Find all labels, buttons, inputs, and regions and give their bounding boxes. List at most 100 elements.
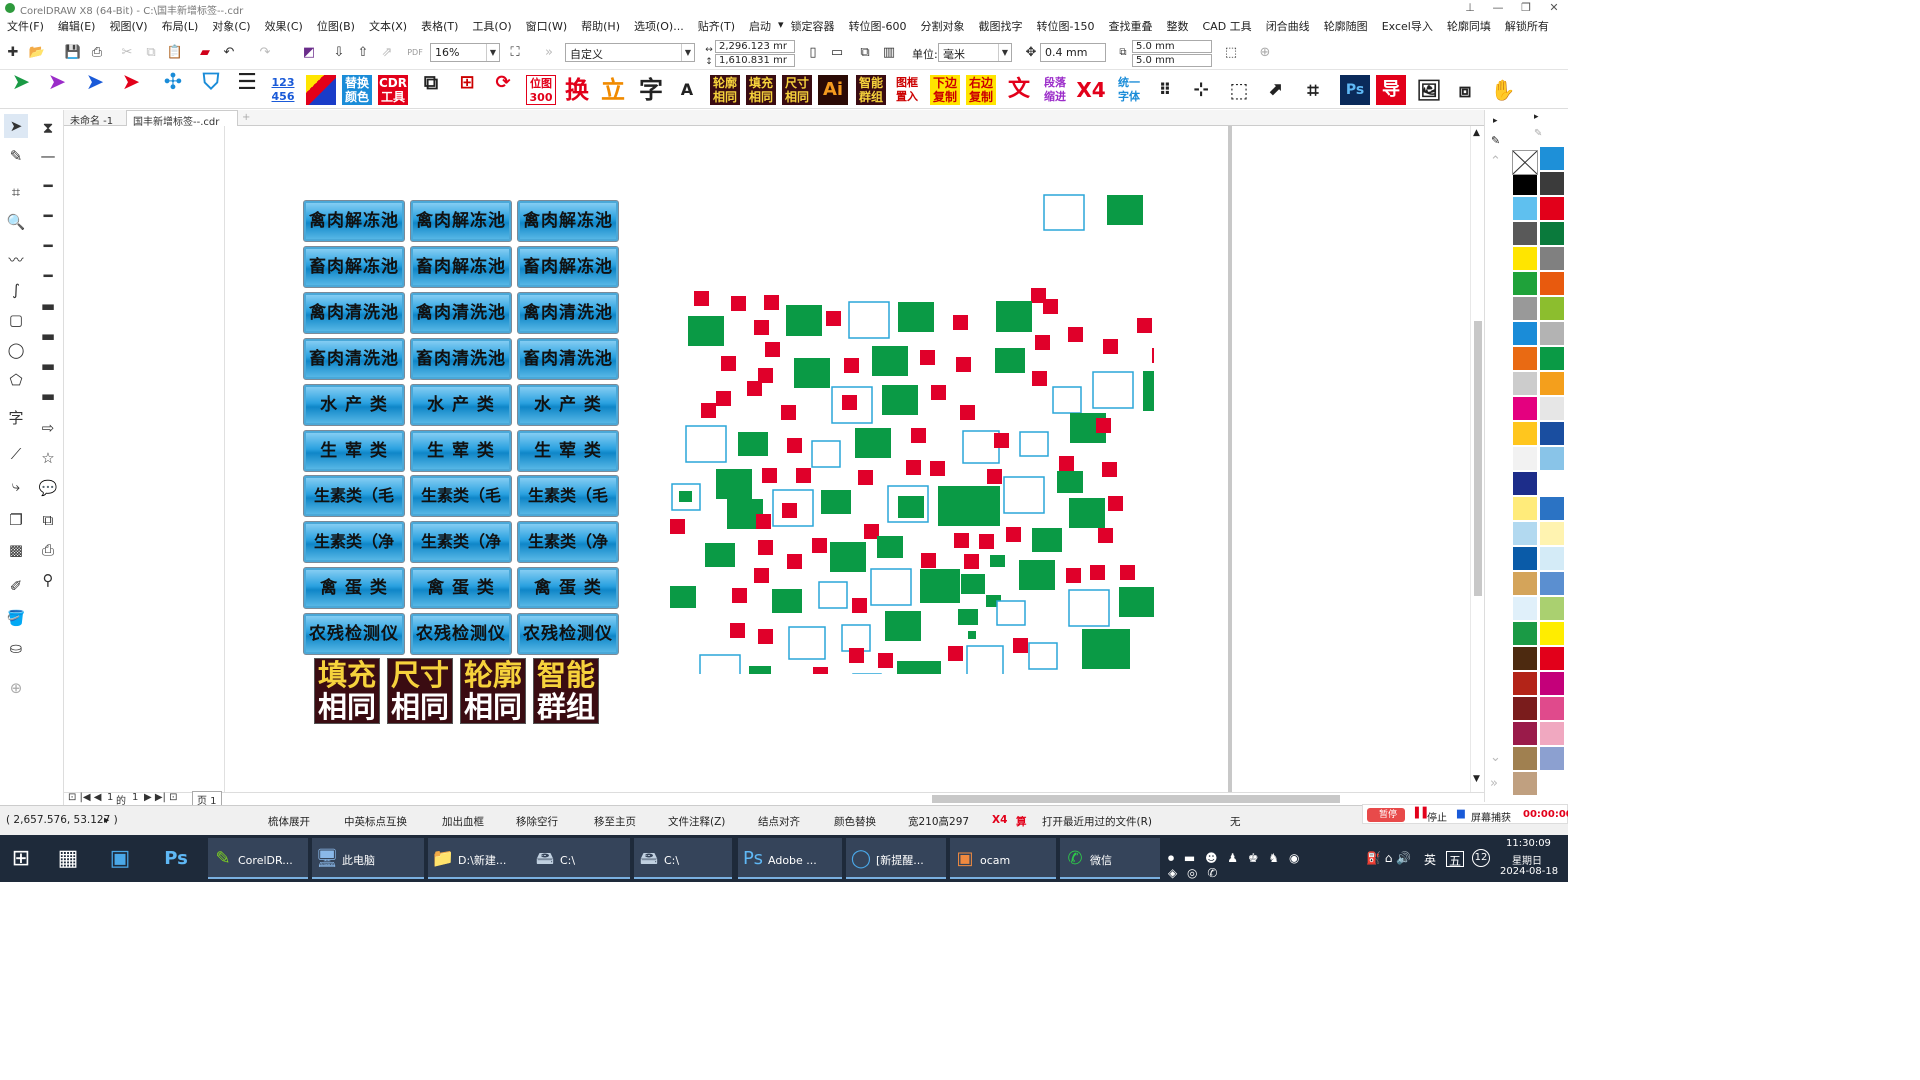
label-sticker-r9-c0[interactable]: 农残检测仪 xyxy=(303,613,405,656)
freehand-tool-icon[interactable]: 〰 xyxy=(4,248,28,272)
treat-as-filled-icon[interactable]: ⬚ xyxy=(1222,44,1240,62)
page-size-combo[interactable]: 自定义 ▼ xyxy=(565,43,695,62)
wubi-label[interactable]: 五 xyxy=(1446,851,1465,868)
color-swatch[interactable] xyxy=(1539,496,1565,521)
text-button[interactable]: 文 xyxy=(1004,75,1034,105)
red-square[interactable] xyxy=(758,629,773,644)
outline-square[interactable] xyxy=(870,568,912,606)
find-text-icon[interactable]: A🔍 xyxy=(672,75,702,129)
char-button[interactable]: 字 xyxy=(636,75,666,105)
color-swatch[interactable] xyxy=(1539,471,1565,496)
duplicate-x-field[interactable]: 5.0 mm xyxy=(1132,40,1212,53)
label-sticker-r3-c2[interactable]: 畜肉清洗池 xyxy=(517,337,619,380)
menu-item-13[interactable]: 贴齐(T) xyxy=(691,16,742,35)
color-swatch[interactable] xyxy=(1512,546,1538,571)
palette-eyedropper-icon[interactable]: ✎ xyxy=(1534,128,1542,139)
red-square[interactable] xyxy=(948,646,963,661)
menu-item-8[interactable]: 表格(T) xyxy=(414,16,465,35)
color-swatch[interactable] xyxy=(1512,571,1538,596)
label-sticker-r7-c2[interactable]: 生素类（净菜） xyxy=(517,521,619,591)
outline-square[interactable] xyxy=(788,626,826,660)
red-square[interactable] xyxy=(796,468,811,483)
size-same-button[interactable]: 尺寸相同 xyxy=(782,75,812,105)
red-square[interactable] xyxy=(758,540,773,555)
blue-arrow-icon[interactable]: ➤ xyxy=(80,72,110,105)
maximize-button[interactable]: ❐ xyxy=(1512,0,1540,16)
green-square[interactable] xyxy=(855,428,891,458)
color-swatch[interactable] xyxy=(1512,446,1538,471)
red-square[interactable] xyxy=(754,568,769,583)
red-square[interactable] xyxy=(1068,327,1083,342)
green-square[interactable] xyxy=(830,542,866,572)
red-square[interactable] xyxy=(730,623,745,638)
fill-same-button[interactable]: 填充相同 xyxy=(746,75,776,105)
red-square[interactable] xyxy=(842,395,857,410)
copy-below-button[interactable]: 下边复制 xyxy=(930,75,960,105)
label-sticker-r1-c0[interactable]: 畜肉解冻池 xyxy=(303,245,405,288)
line-2-icon[interactable]: ━ xyxy=(36,204,60,228)
red-square[interactable] xyxy=(844,358,859,373)
stop-icon[interactable]: ▐▐ xyxy=(1411,808,1426,819)
color-swatch[interactable] xyxy=(1512,346,1538,371)
label-sticker-r9-c1[interactable]: 农残检测仪 xyxy=(410,613,512,656)
shape-tool-icon[interactable]: ✎ xyxy=(4,144,28,168)
green-square[interactable] xyxy=(772,589,802,613)
color-swatch[interactable] xyxy=(1539,221,1565,246)
label-sticker-r0-c2[interactable]: 禽肉解冻池 xyxy=(517,200,619,242)
pointer-box-icon[interactable]: ⬈ xyxy=(1260,75,1290,105)
red-square[interactable] xyxy=(1032,371,1047,386)
green-square[interactable] xyxy=(990,555,1005,567)
nudge-distance-field[interactable]: 0.4 mm xyxy=(1040,43,1106,62)
green-square[interactable] xyxy=(794,358,830,388)
taskbar-item-1[interactable]: 🖥 此电脑 xyxy=(312,838,424,879)
menu-item-0[interactable]: 文件(F) xyxy=(0,16,51,35)
color-swatch[interactable] xyxy=(1512,746,1538,771)
portrait-icon[interactable]: ▯ xyxy=(804,44,822,62)
copy-right-button[interactable]: 右边复制 xyxy=(966,75,996,105)
color-swatch[interactable] xyxy=(1512,696,1538,721)
taskbar-item-3[interactable]: 🖴 C:\ xyxy=(530,838,630,879)
color-swatch[interactable] xyxy=(1539,446,1565,471)
tray-icons[interactable]: ⏺ ▬ ☻ ♟ ♚ ♞ ◉ ◈ ◎ ✆ xyxy=(1168,851,1308,882)
color-swatch[interactable] xyxy=(1539,671,1565,696)
indent-button[interactable]: 段落缩进 xyxy=(1040,75,1070,105)
label-sticker-r8-c2[interactable]: 禽 蛋 类 xyxy=(517,567,619,610)
hourglass-icon[interactable]: ⧗ xyxy=(36,116,60,140)
outline-square[interactable] xyxy=(1019,431,1049,457)
color-swatch[interactable] xyxy=(1539,271,1565,296)
green-square[interactable] xyxy=(897,661,941,674)
menu-item-10[interactable]: 窗口(W) xyxy=(519,16,574,35)
import-icon[interactable]: ⇩ xyxy=(330,44,348,62)
menu-item-24[interactable]: 轮廓随图 xyxy=(1317,16,1375,35)
tab-current-document[interactable]: 国丰新增标签--.cdr xyxy=(126,110,238,128)
big-button-3[interactable]: 智能 群组 xyxy=(533,658,599,724)
red-square[interactable] xyxy=(979,534,994,549)
green-square[interactable] xyxy=(1057,471,1083,493)
menu-item-16[interactable]: 转位图-600 xyxy=(842,16,914,35)
green-square[interactable] xyxy=(961,574,985,594)
color-swatch[interactable] xyxy=(1539,396,1565,421)
eyedropper-icon[interactable]: ✐ xyxy=(4,574,28,598)
redo-icon[interactable]: ↷ xyxy=(256,44,274,62)
green-square[interactable] xyxy=(877,536,903,558)
outline-square[interactable] xyxy=(1068,589,1110,627)
smart-group-button[interactable]: 智能群组 xyxy=(856,75,886,105)
green-square[interactable] xyxy=(1107,195,1143,225)
pick-tool-icon[interactable]: ➤ xyxy=(4,114,28,138)
outline-square[interactable] xyxy=(818,581,848,609)
red-square[interactable] xyxy=(1035,335,1050,350)
crop-tool-icon[interactable]: ⌗ xyxy=(4,180,28,204)
outline-square[interactable] xyxy=(1043,194,1085,231)
menu-item-25[interactable]: Excel导入 xyxy=(1375,16,1440,35)
status-item-5[interactable]: 文件注释(Z) xyxy=(668,814,725,829)
open-folder-icon[interactable]: 📂 xyxy=(28,44,46,62)
outline-square[interactable] xyxy=(699,654,741,674)
green-square[interactable] xyxy=(1119,587,1154,617)
menu-item-19[interactable]: 转位图-150 xyxy=(1030,16,1102,35)
label-sticker-r3-c0[interactable]: 畜肉清洗池 xyxy=(303,337,405,380)
label-sticker-r0-c0[interactable]: 禽肉解冻池 xyxy=(303,200,405,242)
color-swatch[interactable] xyxy=(1539,346,1565,371)
red-square[interactable] xyxy=(747,381,762,396)
notification-badge[interactable]: 12 xyxy=(1472,849,1490,867)
export-icon[interactable]: ⇧ xyxy=(354,44,372,62)
